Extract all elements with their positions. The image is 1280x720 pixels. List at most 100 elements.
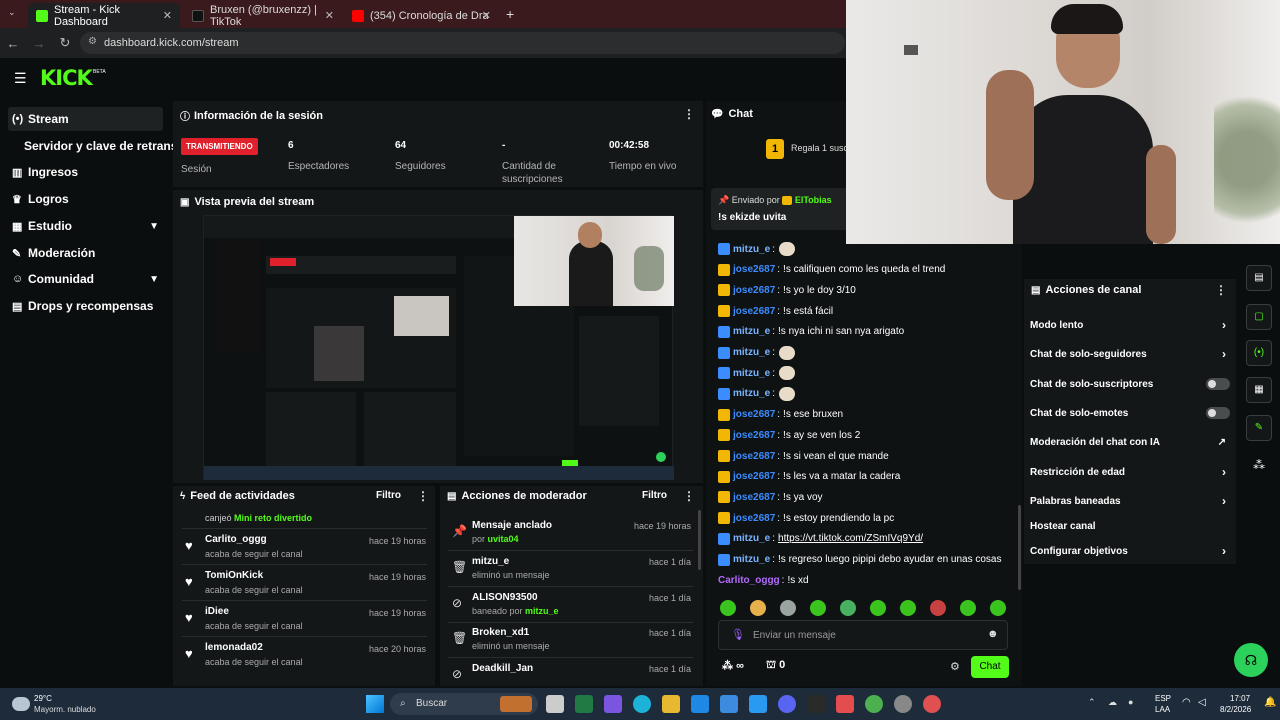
hamburger-menu-icon[interactable]: ☰ — [14, 70, 27, 87]
mod-item-title[interactable]: Broken_xd1 — [472, 627, 529, 638]
mod-scrollbar[interactable] — [698, 510, 701, 570]
chat-icon[interactable]: ▢ — [1246, 304, 1272, 330]
tab-tiktok[interactable]: Bruxen (@bruxenzz) | TikTok ✕ — [184, 3, 342, 28]
site-info-icon[interactable]: ⚙ — [88, 36, 97, 47]
onedrive-icon[interactable] — [691, 695, 709, 713]
points-icon[interactable]: ⁂ — [1253, 458, 1265, 472]
mod-item-user[interactable]: uvita04 — [488, 534, 519, 544]
toggle-switch[interactable] — [1206, 407, 1230, 419]
wifi-icon[interactable]: ◠ — [1182, 697, 1191, 708]
sidebar-item-stream[interactable]: (•) Stream — [8, 107, 163, 131]
weather-temp[interactable]: 29°C — [34, 694, 52, 703]
chat-username[interactable]: mitzu_e — [733, 533, 770, 544]
sidebar-item-server-key[interactable]: Servidor y clave de retransm — [24, 134, 174, 158]
chat-username[interactable]: jose2687 — [733, 409, 775, 420]
sidebar-item-comunidad[interactable]: ☺ Comunidad ▼ — [8, 267, 163, 291]
sidebar-item-drops[interactable]: ▤ Drops y recompensas — [8, 294, 163, 318]
volume-icon[interactable]: ◁ — [1198, 697, 1206, 708]
chat-settings-icon[interactable]: ⚙ — [950, 660, 960, 673]
sidebar-item-moderacion[interactable]: ✎ Moderación — [8, 241, 163, 265]
emote-icon[interactable] — [810, 600, 826, 616]
chat-username[interactable]: mitzu_e — [733, 347, 770, 358]
stream-preview-video[interactable] — [203, 215, 674, 480]
weather-desc[interactable]: Mayorm. nublado — [34, 705, 96, 714]
channel-action-item[interactable]: Modo lento › — [1030, 315, 1230, 335]
more-options-icon[interactable]: ⋮ — [683, 489, 695, 503]
url-field[interactable]: ⚙ dashboard.kick.com/stream — [80, 32, 845, 54]
excel-icon[interactable] — [575, 695, 593, 713]
mod-item-title[interactable]: Deadkill_Jan — [472, 663, 533, 674]
emote-icon[interactable] — [960, 600, 976, 616]
chat-username[interactable]: jose2687 — [733, 451, 775, 462]
chat-username[interactable]: mitzu_e — [733, 244, 770, 255]
feed-filter-button[interactable]: Filtro — [376, 490, 401, 501]
gift-sub-text[interactable]: Regala 1 susc — [791, 143, 848, 153]
mod-item-title[interactable]: mitzu_e — [472, 556, 509, 567]
close-icon[interactable]: ✕ — [325, 9, 334, 22]
chat-input[interactable]: 🎙 Enviar un mensaje ☻ — [718, 620, 1008, 650]
chat-username[interactable]: mitzu_e — [733, 388, 770, 399]
channel-action-item[interactable]: Restricción de edad › — [1030, 462, 1230, 482]
support-headset-icon[interactable]: ☊ — [1234, 643, 1268, 677]
chat-username[interactable]: jose2687 — [733, 306, 775, 317]
tray-icon[interactable]: ☁ — [1108, 697, 1117, 708]
chat-username[interactable]: jose2687 — [733, 492, 775, 503]
channel-points[interactable]: ⁂ ∞ — [722, 659, 744, 672]
wrench-icon[interactable]: ✎ — [1246, 415, 1272, 441]
broadcast-icon[interactable]: (•) — [1246, 340, 1272, 366]
channel-action-item[interactable]: Configurar objetivos › — [1030, 541, 1230, 561]
language-indicator[interactable]: ESP — [1155, 694, 1171, 703]
mic-icon[interactable]: 🎙 — [731, 628, 745, 641]
channel-action-item[interactable]: Chat de solo-emotes — [1030, 403, 1230, 423]
reload-icon[interactable]: ↻ — [52, 35, 78, 51]
emote-icon[interactable] — [720, 600, 736, 616]
more-options-icon[interactable]: ⋮ — [1215, 283, 1227, 297]
channel-action-item[interactable]: Moderación del chat con IA ↗ — [1030, 432, 1230, 452]
feed-username[interactable]: iDiee — [205, 606, 229, 617]
clock-time[interactable]: 17:07 — [1230, 694, 1250, 703]
chat-username[interactable]: mitzu_e — [733, 554, 770, 565]
chrome-alt-icon[interactable] — [923, 695, 941, 713]
redeem-reward[interactable]: Mini reto divertido — [234, 513, 312, 523]
chat-link[interactable]: https://vt.tiktok.com/ZSmIVq9Yd/ — [778, 533, 923, 544]
mod-item-title[interactable]: ALISON93500 — [472, 592, 538, 603]
chat-username[interactable]: jose2687 — [733, 430, 775, 441]
tab-list-chevron-icon[interactable]: ⌄ — [8, 7, 16, 18]
discord-icon[interactable] — [778, 695, 796, 713]
obs-icon[interactable] — [894, 695, 912, 713]
tray-icon[interactable]: ● — [1128, 697, 1133, 707]
channel-action-item[interactable]: Chat de solo-suscriptores — [1030, 374, 1230, 394]
chat-scrollbar[interactable] — [1018, 505, 1021, 590]
emote-icon[interactable] — [900, 600, 916, 616]
chat-username[interactable]: jose2687 — [733, 264, 775, 275]
tiktok-icon[interactable] — [836, 695, 854, 713]
chat-username[interactable]: mitzu_e — [733, 326, 770, 337]
gift-count[interactable]: ⛫ 0 — [766, 659, 785, 673]
emote-icon[interactable] — [870, 600, 886, 616]
edge-icon[interactable] — [633, 695, 651, 713]
close-icon[interactable]: ✕ — [482, 9, 491, 22]
chrome-icon[interactable] — [865, 695, 883, 713]
chat-username[interactable]: mitzu_e — [733, 368, 770, 379]
language-layout[interactable]: LAA — [1155, 705, 1170, 714]
task-view-icon[interactable] — [546, 695, 564, 713]
close-icon[interactable]: ✕ — [163, 9, 172, 22]
file-explorer-icon[interactable] — [662, 695, 680, 713]
more-options-icon[interactable]: ⋮ — [417, 489, 429, 503]
chat-username[interactable]: jose2687 — [733, 513, 775, 524]
notifications-icon[interactable]: 🔔 — [1264, 697, 1276, 708]
emote-icon[interactable] — [840, 600, 856, 616]
channel-action-item[interactable]: Chat de solo-seguidores › — [1030, 344, 1230, 364]
channel-action-item[interactable]: Palabras baneadas › — [1030, 491, 1230, 511]
sidebar-item-logros[interactable]: ♛ Logros — [8, 187, 163, 211]
mod-item-user[interactable]: mitzu_e — [525, 606, 559, 616]
chat-username[interactable]: jose2687 — [733, 285, 775, 296]
pinned-user[interactable]: ElTobias — [795, 195, 832, 205]
capcut-icon[interactable] — [807, 695, 825, 713]
chat-username[interactable]: Carlito_oggg — [718, 575, 780, 586]
back-icon[interactable]: ← — [0, 36, 26, 51]
chat-username[interactable]: jose2687 — [733, 471, 775, 482]
pinned-message[interactable]: 📌 Enviado por ElTobias !s ekizde uvita — [711, 188, 861, 230]
kick-logo[interactable]: KICK — [40, 66, 93, 90]
mail-icon[interactable] — [720, 695, 738, 713]
